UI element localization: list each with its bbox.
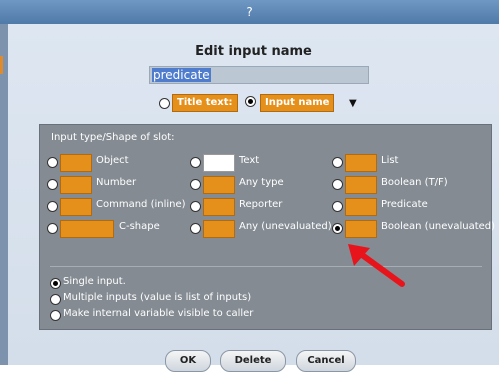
option-c-shape[interactable]: C-shape <box>47 219 187 238</box>
option-reporter-radio[interactable] <box>190 201 201 212</box>
multiple-inputs-label: Multiple inputs (value is list of inputs… <box>63 292 252 303</box>
option-predicate-label: Predicate <box>381 199 428 210</box>
list-slot-icon <box>345 154 377 172</box>
option-any-unevaluated-label: Any (unevaluated) <box>239 221 332 232</box>
window-title: ? <box>246 5 253 19</box>
internal-variable-radio[interactable] <box>50 310 61 321</box>
input-name-radio[interactable] <box>245 96 256 107</box>
option-number-label: Number <box>96 177 137 188</box>
option-any-unevaluated[interactable]: Any (unevaluated) <box>190 219 332 238</box>
input-name-tag: Input name <box>260 94 335 112</box>
edit-input-dialog: Edit input name predicate Title text: In… <box>8 24 499 372</box>
option-object-label: Object <box>96 155 129 166</box>
text-slot-icon <box>203 154 235 172</box>
option-list[interactable]: List <box>332 153 482 172</box>
predicate-slot-icon <box>345 198 377 216</box>
option-any-type-label: Any type <box>239 177 284 188</box>
option-any-type-radio[interactable] <box>190 179 201 190</box>
c-shape-slot-icon <box>60 220 114 238</box>
option-reporter-label: Reporter <box>239 199 283 210</box>
left-accent-bar <box>0 56 3 74</box>
input-name-field[interactable]: predicate <box>149 66 369 84</box>
single-input-radio[interactable] <box>50 278 61 289</box>
ok-button[interactable]: OK <box>165 350 211 372</box>
option-predicate[interactable]: Predicate <box>332 197 482 216</box>
option-boolean-label: Boolean (T/F) <box>381 177 448 188</box>
number-slot-icon <box>60 176 92 194</box>
command-slot-icon <box>60 198 92 216</box>
option-boolean-unevaluated-radio[interactable] <box>332 223 343 234</box>
internal-variable-label: Make internal variable visible to caller <box>63 308 254 319</box>
annotation-arrow-icon <box>348 244 405 287</box>
option-object-radio[interactable] <box>47 157 58 168</box>
object-slot-icon <box>60 154 92 172</box>
option-text-label: Text <box>239 155 260 166</box>
option-text[interactable]: Text <box>190 153 330 172</box>
option-number-radio[interactable] <box>47 179 58 190</box>
option-predicate-radio[interactable] <box>332 201 343 212</box>
cancel-button[interactable]: Cancel <box>296 350 356 372</box>
option-any-type[interactable]: Any type <box>190 175 330 194</box>
option-command-inline-label: Command (inline) <box>96 199 186 210</box>
window-left-edge <box>0 24 8 365</box>
slot-type-panel: Input type/Shape of slot: Object Text Li… <box>39 124 495 330</box>
option-command-inline-radio[interactable] <box>47 201 58 212</box>
boolean-unevaluated-slot-icon <box>345 220 377 238</box>
any-unevaluated-slot-icon <box>203 220 235 238</box>
option-boolean-radio[interactable] <box>332 179 343 190</box>
slot-type-heading: Input type/Shape of slot: <box>51 132 175 143</box>
multiple-inputs-radio[interactable] <box>50 294 61 305</box>
option-number[interactable]: Number <box>47 175 187 194</box>
option-command-inline[interactable]: Command (inline) <box>47 197 187 216</box>
reporter-slot-icon <box>203 198 235 216</box>
single-input-label: Single input. <box>63 276 126 287</box>
title-text-tag: Title text: <box>172 94 238 112</box>
option-object[interactable]: Object <box>47 153 187 172</box>
option-boolean[interactable]: Boolean (T/F) <box>332 175 482 194</box>
boolean-slot-icon <box>345 176 377 194</box>
option-list-label: List <box>381 155 399 166</box>
input-name-value: predicate <box>152 68 211 82</box>
title-text-radio[interactable] <box>159 98 170 109</box>
dialog-heading: Edit input name <box>195 44 312 59</box>
option-any-unevaluated-radio[interactable] <box>190 223 201 234</box>
option-c-shape-radio[interactable] <box>47 223 58 234</box>
input-name-label: Input name <box>265 97 330 108</box>
option-boolean-unevaluated-label: Boolean (unevaluated) <box>381 221 496 232</box>
option-list-radio[interactable] <box>332 157 343 168</box>
panel-divider <box>50 266 482 267</box>
option-boolean-unevaluated[interactable]: Boolean (unevaluated) <box>332 219 495 238</box>
delete-button[interactable]: Delete <box>220 350 286 372</box>
option-c-shape-label: C-shape <box>119 221 160 232</box>
option-text-radio[interactable] <box>190 157 201 168</box>
any-type-slot-icon <box>203 176 235 194</box>
title-text-label: Title text: <box>177 97 233 108</box>
option-reporter[interactable]: Reporter <box>190 197 330 216</box>
window-title-bar: ? <box>0 0 499 24</box>
kind-dropdown-arrow[interactable]: ▼ <box>349 98 357 109</box>
